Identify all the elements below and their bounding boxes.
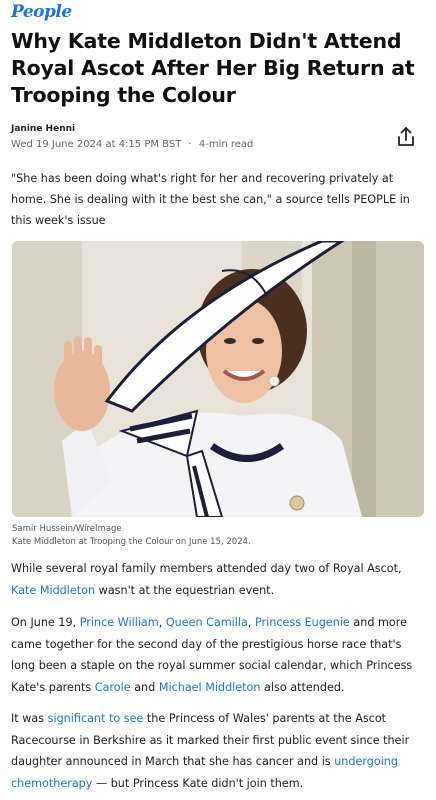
- byline-meta: Wed 19 June 2024 at 4:15 PM BST · 4-min …: [11, 139, 253, 150]
- link-princess-eugenie[interactable]: Princess Eugenie: [255, 616, 350, 629]
- paragraph-text: and: [130, 680, 159, 694]
- article-photo[interactable]: [12, 241, 424, 517]
- paragraph-text: While several royal family members atten…: [11, 562, 402, 575]
- byline-separator: ·: [188, 139, 192, 150]
- paragraph-text: It was: [11, 712, 48, 725]
- paragraph-2: On June 19, Prince William, Queen Camill…: [11, 612, 429, 698]
- link-michael-middleton[interactable]: Michael Middleton: [159, 681, 261, 694]
- publish-date: Wed 19 June 2024 at 4:15 PM BST: [11, 139, 182, 150]
- photo-caption: Kate Middleton at Trooping the Colour on…: [12, 537, 251, 547]
- photo-credit: Samir Hussein/WireImage: [12, 524, 122, 534]
- read-time: 4-min read: [198, 139, 254, 150]
- pull-quote: "She has been doing what's right for her…: [11, 172, 410, 227]
- link-carole[interactable]: Carole: [95, 681, 131, 694]
- article-page: People Why Kate Middleton Didn't Attend …: [0, 0, 436, 800]
- link-significant-to-see[interactable]: significant to see: [48, 712, 144, 725]
- paragraph-1: While several royal family members atten…: [11, 558, 429, 601]
- article-headline: Why Kate Middleton Didn't Attend Royal A…: [11, 29, 415, 107]
- people-logo[interactable]: People: [11, 2, 72, 22]
- author-name[interactable]: Janine Henni: [11, 124, 75, 134]
- paragraph-text: On June 19,: [11, 616, 80, 629]
- link-kate-middleton[interactable]: Kate Middleton: [11, 584, 95, 597]
- paragraph-text: wasn't at the equestrian event.: [95, 583, 275, 597]
- paragraph-text: ,: [247, 616, 255, 629]
- paragraph-text: also attended.: [260, 680, 345, 694]
- paragraph-text: ,: [158, 616, 166, 629]
- paragraph-3: It was significant to see the Princess o…: [11, 708, 429, 794]
- share-icon: [398, 127, 414, 146]
- link-queen-camilla[interactable]: Queen Camilla: [166, 616, 248, 629]
- link-prince-william[interactable]: Prince William: [80, 616, 159, 629]
- paragraph-text: — but Princess Kate didn't join them.: [92, 776, 304, 790]
- share-button[interactable]: [396, 126, 416, 148]
